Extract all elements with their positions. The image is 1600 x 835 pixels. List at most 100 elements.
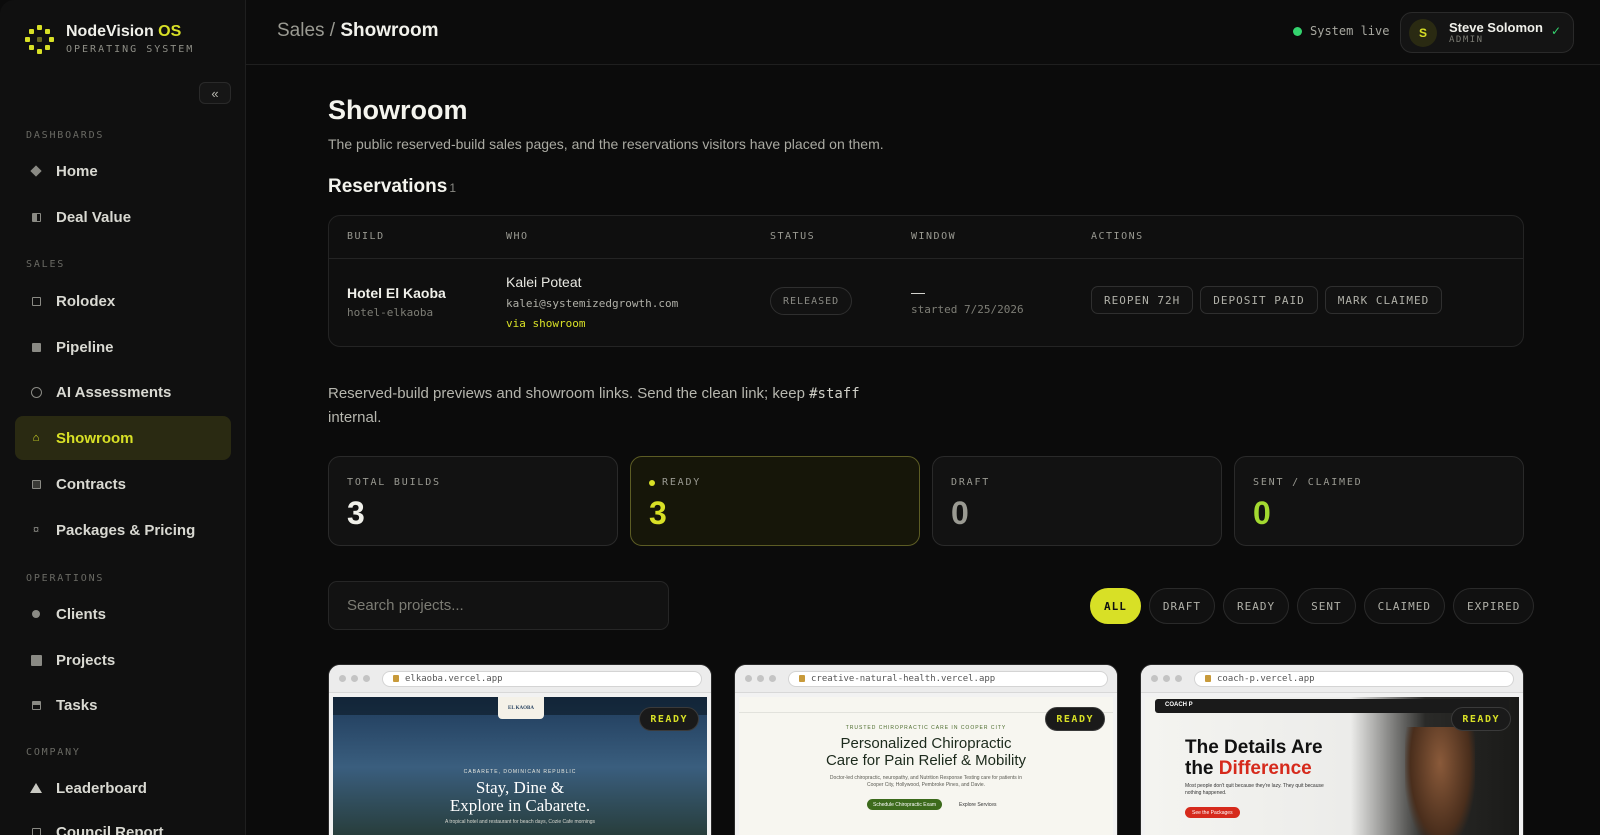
sidebar-item-leaderboard[interactable]: Leaderboard xyxy=(15,766,231,810)
filter-ready[interactable]: READY xyxy=(1223,588,1290,624)
column-header-who: WHO xyxy=(506,231,529,242)
preview-brand: COACH P xyxy=(1165,702,1193,708)
preview-headline: the xyxy=(1185,758,1214,779)
sidebar-item-contracts[interactable]: Contracts xyxy=(15,462,231,506)
system-status-label: System live xyxy=(1310,24,1390,38)
preview-headline: Care for Pain Relief & Mobility xyxy=(825,752,1027,769)
stat-ready: READY 3 xyxy=(630,456,920,546)
project-card-creative-natural-health[interactable]: creative-natural-health.vercel.app TRUST… xyxy=(734,664,1118,835)
column-header-actions: ACTIONS xyxy=(1091,231,1144,242)
table-row-status: RELEASED xyxy=(770,287,853,315)
column-header-build: BUILD xyxy=(347,231,385,242)
search-input[interactable] xyxy=(328,581,669,630)
filter-claimed[interactable]: CLAIMED xyxy=(1363,588,1445,624)
stat-value: 0 xyxy=(951,495,969,531)
stat-label: DRAFT xyxy=(951,477,991,488)
doc-icon xyxy=(29,477,43,491)
check-icon: ✓ xyxy=(1550,24,1561,38)
sidebar-item-showroom[interactable]: ⌂ Showroom xyxy=(15,416,231,460)
reopen-72h-button[interactable]: REOPEN 72H xyxy=(1091,286,1194,314)
sidebar-item-projects[interactable]: Projects xyxy=(15,638,231,682)
divider xyxy=(329,258,1523,259)
triangle-icon xyxy=(29,781,43,795)
project-url[interactable]: creative-natural-health.vercel.app xyxy=(788,670,1108,687)
sidebar-item-tasks[interactable]: Tasks xyxy=(15,683,231,727)
project-url[interactable]: coach-p.vercel.app xyxy=(1194,670,1514,687)
sidebar-item-label: Deal Value xyxy=(56,208,132,226)
reservations-title: Reservations 1 xyxy=(328,176,457,197)
window-value: — xyxy=(911,284,925,300)
status-filters: ALL DRAFT READY SENT CLAIMED EXPIRED xyxy=(1090,588,1535,624)
preview-cta-button: See the Packages xyxy=(1185,807,1240,818)
sidebar-item-label: Rolodex xyxy=(56,292,116,310)
package-icon: ¤ xyxy=(32,524,40,536)
lock-icon xyxy=(799,675,805,682)
user-menu[interactable]: S Steve Solomon ADMIN ✓ xyxy=(1400,12,1574,53)
diamond-icon xyxy=(29,164,43,178)
sidebar-item-pipeline[interactable]: Pipeline xyxy=(15,325,231,369)
preview-subtitle: Doctor-led chiropractic, neuropathy, and… xyxy=(829,775,1023,788)
stat-value: 0 xyxy=(1253,495,1271,531)
task-icon xyxy=(29,698,43,712)
collapse-sidebar-button[interactable]: « xyxy=(199,82,231,104)
project-card-elkaoba[interactable]: elkaoba.vercel.app EL KAOBA CABARETE, DO… xyxy=(328,664,712,835)
project-url[interactable]: elkaoba.vercel.app xyxy=(382,670,702,687)
stat-draft: DRAFT 0 xyxy=(932,456,1222,546)
preview-cta-button: Schedule Chiropractic Exam xyxy=(867,799,943,810)
breadcrumb: Sales / Showroom xyxy=(277,20,439,42)
table-row-who: Kalei Poteat kalei@systemizedgrowth.com … xyxy=(506,274,678,330)
ready-dot-icon xyxy=(649,479,655,486)
reservations-table: BUILD WHO STATUS WINDOW ACTIONS Hotel El… xyxy=(328,215,1524,347)
table-row-actions: REOPEN 72H DEPOSIT PAID MARK CLAIMED xyxy=(1091,286,1443,314)
topbar: Sales / Showroom System live S Steve Sol… xyxy=(246,0,1600,65)
preview-kicker: TRUSTED CHIROPRACTIC CARE IN COOPER CITY xyxy=(845,725,1007,731)
preview-headline: Explore in Cabarete. xyxy=(449,796,591,815)
sidebar-item-label: Packages & Pricing xyxy=(56,521,196,539)
sidebar-item-deal-value[interactable]: Deal Value xyxy=(15,195,231,239)
sidebar-item-label: Home xyxy=(56,162,98,180)
filter-draft[interactable]: DRAFT xyxy=(1148,588,1215,624)
browser-bar: elkaoba.vercel.app xyxy=(329,665,711,693)
preview-kicker: CABARETE, DOMINICAN REPUBLIC xyxy=(463,769,577,775)
column-header-window: WINDOW xyxy=(911,231,957,242)
sidebar-item-clients[interactable]: Clients xyxy=(15,592,231,636)
filter-all[interactable]: ALL xyxy=(1090,588,1141,624)
sidebar-item-council-report[interactable]: Council Report xyxy=(15,810,231,835)
dot-icon xyxy=(29,607,43,621)
preview-secondary-link: Explore Services xyxy=(959,801,997,808)
who-source: via showroom xyxy=(506,317,586,330)
table-row-build[interactable]: Hotel El Kaoba hotel-elkaoba xyxy=(347,285,446,319)
filter-expired[interactable]: EXPIRED xyxy=(1452,588,1535,624)
sidebar-item-rolodex[interactable]: Rolodex xyxy=(15,279,231,323)
system-status: System live xyxy=(1293,24,1389,38)
stat-label: READY xyxy=(649,477,701,488)
staff-tag: #staff xyxy=(809,386,860,402)
deposit-paid-button[interactable]: DEPOSIT PAID xyxy=(1200,286,1318,314)
sidebar-item-home[interactable]: Home xyxy=(15,149,231,193)
status-badge: READY xyxy=(639,707,699,731)
nav-section-dashboards: DASHBOARDS xyxy=(26,130,105,141)
sidebar-item-label: Council Report xyxy=(56,823,164,835)
report-icon xyxy=(29,825,43,835)
preview-logo: EL KAOBA xyxy=(498,697,544,719)
sidebar-item-label: AI Assessments xyxy=(56,383,172,401)
build-name: Hotel El Kaoba xyxy=(347,285,446,301)
preview-athlete-image xyxy=(1405,727,1475,835)
breadcrumb-parent[interactable]: Sales / xyxy=(277,20,335,41)
sidebar-item-label: Clients xyxy=(56,605,107,623)
brand[interactable]: NodeVision OS OPERATING SYSTEM xyxy=(24,22,194,57)
page-title: Showroom xyxy=(328,95,468,125)
project-card-coach-p[interactable]: coach-p.vercel.app COACH P The Details A… xyxy=(1140,664,1524,835)
showroom-note: Reserved-build previews and showroom lin… xyxy=(328,385,860,426)
filter-sent[interactable]: SENT xyxy=(1297,588,1356,624)
mark-claimed-button[interactable]: MARK CLAIMED xyxy=(1324,286,1443,314)
sidebar-item-ai-assessments[interactable]: AI Assessments xyxy=(15,370,231,414)
status-badge: RELEASED xyxy=(770,287,853,315)
brand-name: NodeVision OS xyxy=(66,23,182,40)
who-email[interactable]: kalei@systemizedgrowth.com xyxy=(506,297,678,310)
circle-icon xyxy=(29,385,43,399)
sidebar-item-label: Tasks xyxy=(56,696,98,714)
sidebar-item-packages-pricing[interactable]: ¤ Packages & Pricing xyxy=(15,508,231,552)
nav-section-sales: SALES xyxy=(26,259,66,270)
stat-sent-claimed: SENT / CLAIMED 0 xyxy=(1234,456,1524,546)
